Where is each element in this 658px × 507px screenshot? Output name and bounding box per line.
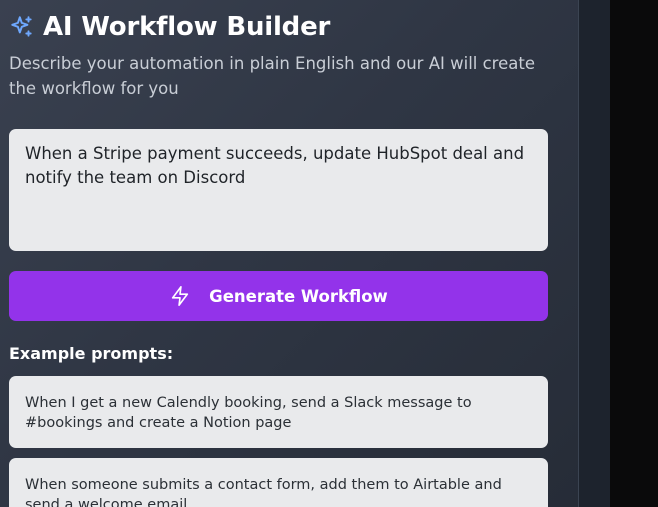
background-area	[610, 0, 658, 507]
generate-workflow-button[interactable]: Generate Workflow	[9, 271, 548, 321]
header: AI Workflow Builder	[9, 10, 330, 44]
scrollbar[interactable]	[578, 0, 611, 507]
examples-heading: Example prompts:	[9, 344, 174, 363]
generate-button-label: Generate Workflow	[209, 286, 388, 306]
sparkle-icon	[9, 14, 35, 40]
page-title: AI Workflow Builder	[43, 12, 331, 42]
example-prompt-card[interactable]: When I get a new Calendly booking, send …	[9, 376, 548, 448]
workflow-builder-panel: AI Workflow Builder Describe your automa…	[0, 0, 578, 507]
page-subtitle: Describe your automation in plain Englis…	[9, 54, 535, 98]
example-prompt-card[interactable]: When someone submits a contact form, add…	[9, 458, 548, 507]
lightning-bolt-icon	[169, 285, 191, 307]
workflow-prompt-input[interactable]: When a Stripe payment succeeds, update H…	[9, 129, 548, 251]
